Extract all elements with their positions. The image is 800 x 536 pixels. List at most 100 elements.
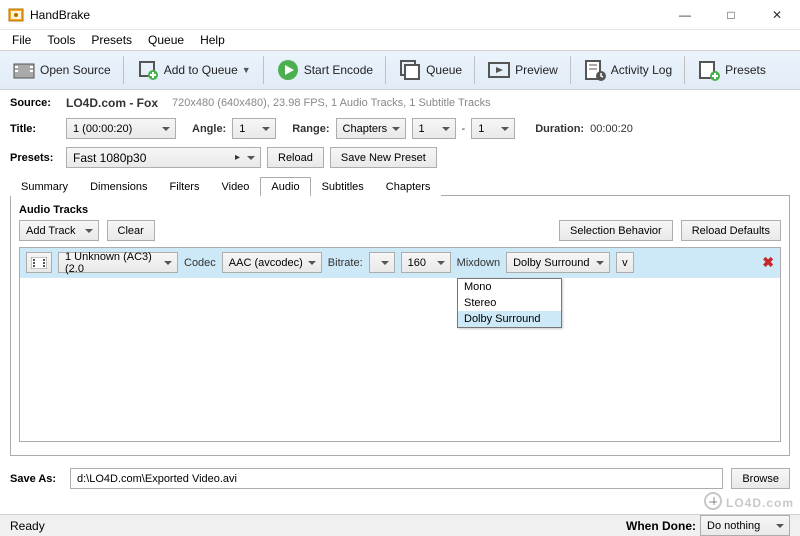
preview-label: Preview xyxy=(515,63,558,77)
toolbar-separator xyxy=(474,56,475,84)
status-text: Ready xyxy=(10,519,45,533)
bitrate-mode-select[interactable] xyxy=(369,252,395,273)
add-to-queue-label: Add to Queue xyxy=(164,63,238,77)
title-row: Title: 1 (00:00:20) Angle: 1 Range: Chap… xyxy=(10,118,790,139)
titlebar: HandBrake — □ ✕ xyxy=(0,0,800,30)
mixdown-option-mono[interactable]: Mono xyxy=(458,279,561,295)
add-track-button[interactable]: Add Track xyxy=(19,220,99,241)
queue-button[interactable]: Queue xyxy=(392,56,468,84)
menu-file[interactable]: File xyxy=(4,31,39,49)
range-separator: - xyxy=(462,123,466,135)
clear-button[interactable]: Clear xyxy=(107,220,155,241)
close-button[interactable]: ✕ xyxy=(754,0,800,30)
play-icon xyxy=(276,58,300,82)
save-as-input[interactable] xyxy=(70,468,723,489)
codec-select[interactable]: AAC (avcodec) xyxy=(222,252,322,273)
range-from-select[interactable]: 1 xyxy=(412,118,456,139)
preview-button[interactable]: Preview xyxy=(481,56,564,84)
duration-value: 00:00:20 xyxy=(590,123,633,135)
duration-label: Duration: xyxy=(535,123,584,135)
source-label: Source: xyxy=(10,97,60,109)
toolbar-separator xyxy=(123,56,124,84)
range-label: Range: xyxy=(292,123,329,135)
mixdown-label: Mixdown xyxy=(457,257,500,269)
menu-queue[interactable]: Queue xyxy=(140,31,192,49)
tab-subtitles[interactable]: Subtitles xyxy=(311,177,375,196)
angle-label: Angle: xyxy=(192,123,226,135)
range-to-select[interactable]: 1 xyxy=(471,118,515,139)
mixdown-option-stereo[interactable]: Stereo xyxy=(458,295,561,311)
when-done-label: When Done: xyxy=(626,519,696,533)
preset-select[interactable]: Fast 1080p30 ▸ xyxy=(66,147,261,168)
audio-track-row: 1 Unknown (AC3) (2.0 Codec AAC (avcodec)… xyxy=(20,248,780,278)
track-handle-icon[interactable] xyxy=(26,252,52,273)
mixdown-dropdown: Mono Stereo Dolby Surround xyxy=(457,278,562,328)
add-to-queue-icon xyxy=(136,58,160,82)
maximize-button[interactable]: □ xyxy=(708,0,754,30)
tab-filters[interactable]: Filters xyxy=(159,177,211,196)
open-source-label: Open Source xyxy=(40,63,111,77)
tab-dimensions[interactable]: Dimensions xyxy=(79,177,158,196)
add-to-queue-button[interactable]: Add to Queue ▼ xyxy=(130,56,257,84)
angle-select[interactable]: 1 xyxy=(232,118,276,139)
queue-label: Queue xyxy=(426,63,462,77)
selection-behavior-button[interactable]: Selection Behavior xyxy=(559,220,673,241)
app-icon xyxy=(8,7,24,23)
toolbar-separator xyxy=(684,56,685,84)
source-name: LO4D.com - Fox xyxy=(66,96,158,110)
save-as-label: Save As: xyxy=(10,473,62,485)
queue-icon xyxy=(398,58,422,82)
audio-panel: Audio Tracks Add Track Clear Selection B… xyxy=(10,196,790,456)
add-to-queue-dropdown-icon: ▼ xyxy=(242,65,251,75)
track-source-select[interactable]: 1 Unknown (AC3) (2.0 xyxy=(58,252,178,273)
watermark: LO4D.com xyxy=(704,492,794,512)
chevron-right-icon: ▸ xyxy=(235,152,240,163)
toolbar: Open Source Add to Queue ▼ Start Encode … xyxy=(0,50,800,90)
watermark-text: LO4D.com xyxy=(726,496,794,510)
source-row: Source: LO4D.com - Fox 720x480 (640x480)… xyxy=(10,96,790,110)
tab-audio[interactable]: Audio xyxy=(260,177,310,196)
menubar: File Tools Presets Queue Help xyxy=(0,30,800,50)
reload-defaults-button[interactable]: Reload Defaults xyxy=(681,220,781,241)
presets-row: Presets: Fast 1080p30 ▸ Reload Save New … xyxy=(10,147,790,168)
when-done-select[interactable]: Do nothing xyxy=(700,515,790,536)
preview-icon xyxy=(487,58,511,82)
tab-summary[interactable]: Summary xyxy=(10,177,79,196)
window-title: HandBrake xyxy=(30,8,662,22)
remove-track-icon[interactable]: ✖ xyxy=(762,254,774,271)
menu-presets[interactable]: Presets xyxy=(83,31,140,49)
tab-video[interactable]: Video xyxy=(210,177,260,196)
audio-track-list: 1 Unknown (AC3) (2.0 Codec AAC (avcodec)… xyxy=(19,247,781,442)
browse-button[interactable]: Browse xyxy=(731,468,790,489)
window-controls: — □ ✕ xyxy=(662,0,800,30)
mixdown-option-dolby-surround[interactable]: Dolby Surround xyxy=(458,311,561,327)
menu-help[interactable]: Help xyxy=(192,31,233,49)
tabs: Summary Dimensions Filters Video Audio S… xyxy=(10,176,790,196)
bitrate-label: Bitrate: xyxy=(328,257,363,269)
minimize-button[interactable]: — xyxy=(662,0,708,30)
open-source-button[interactable]: Open Source xyxy=(6,56,117,84)
title-select[interactable]: 1 (00:00:20) xyxy=(66,118,176,139)
tab-chapters[interactable]: Chapters xyxy=(375,177,442,196)
toolbar-separator xyxy=(263,56,264,84)
presets-label: Presets xyxy=(725,63,766,77)
expand-track-button[interactable]: v xyxy=(616,252,634,273)
save-new-preset-button[interactable]: Save New Preset xyxy=(330,147,437,168)
presets-label: Presets: xyxy=(10,152,60,164)
range-type-select[interactable]: Chapters xyxy=(336,118,406,139)
activity-log-icon xyxy=(583,58,607,82)
bitrate-value-select[interactable]: 160 xyxy=(401,252,451,273)
reload-button[interactable]: Reload xyxy=(267,147,324,168)
presets-button[interactable]: Presets xyxy=(691,56,772,84)
menu-tools[interactable]: Tools xyxy=(39,31,83,49)
mixdown-select[interactable]: Dolby Surround xyxy=(506,252,610,273)
activity-log-button[interactable]: Activity Log xyxy=(577,56,678,84)
preset-value: Fast 1080p30 xyxy=(73,151,146,165)
toolbar-separator xyxy=(570,56,571,84)
audio-track-toolbar: Add Track Clear Selection Behavior Reloa… xyxy=(19,220,781,241)
audio-tracks-title: Audio Tracks xyxy=(19,204,781,216)
open-source-icon xyxy=(12,58,36,82)
codec-label: Codec xyxy=(184,257,216,269)
start-encode-button[interactable]: Start Encode xyxy=(270,56,379,84)
title-label: Title: xyxy=(10,123,60,135)
